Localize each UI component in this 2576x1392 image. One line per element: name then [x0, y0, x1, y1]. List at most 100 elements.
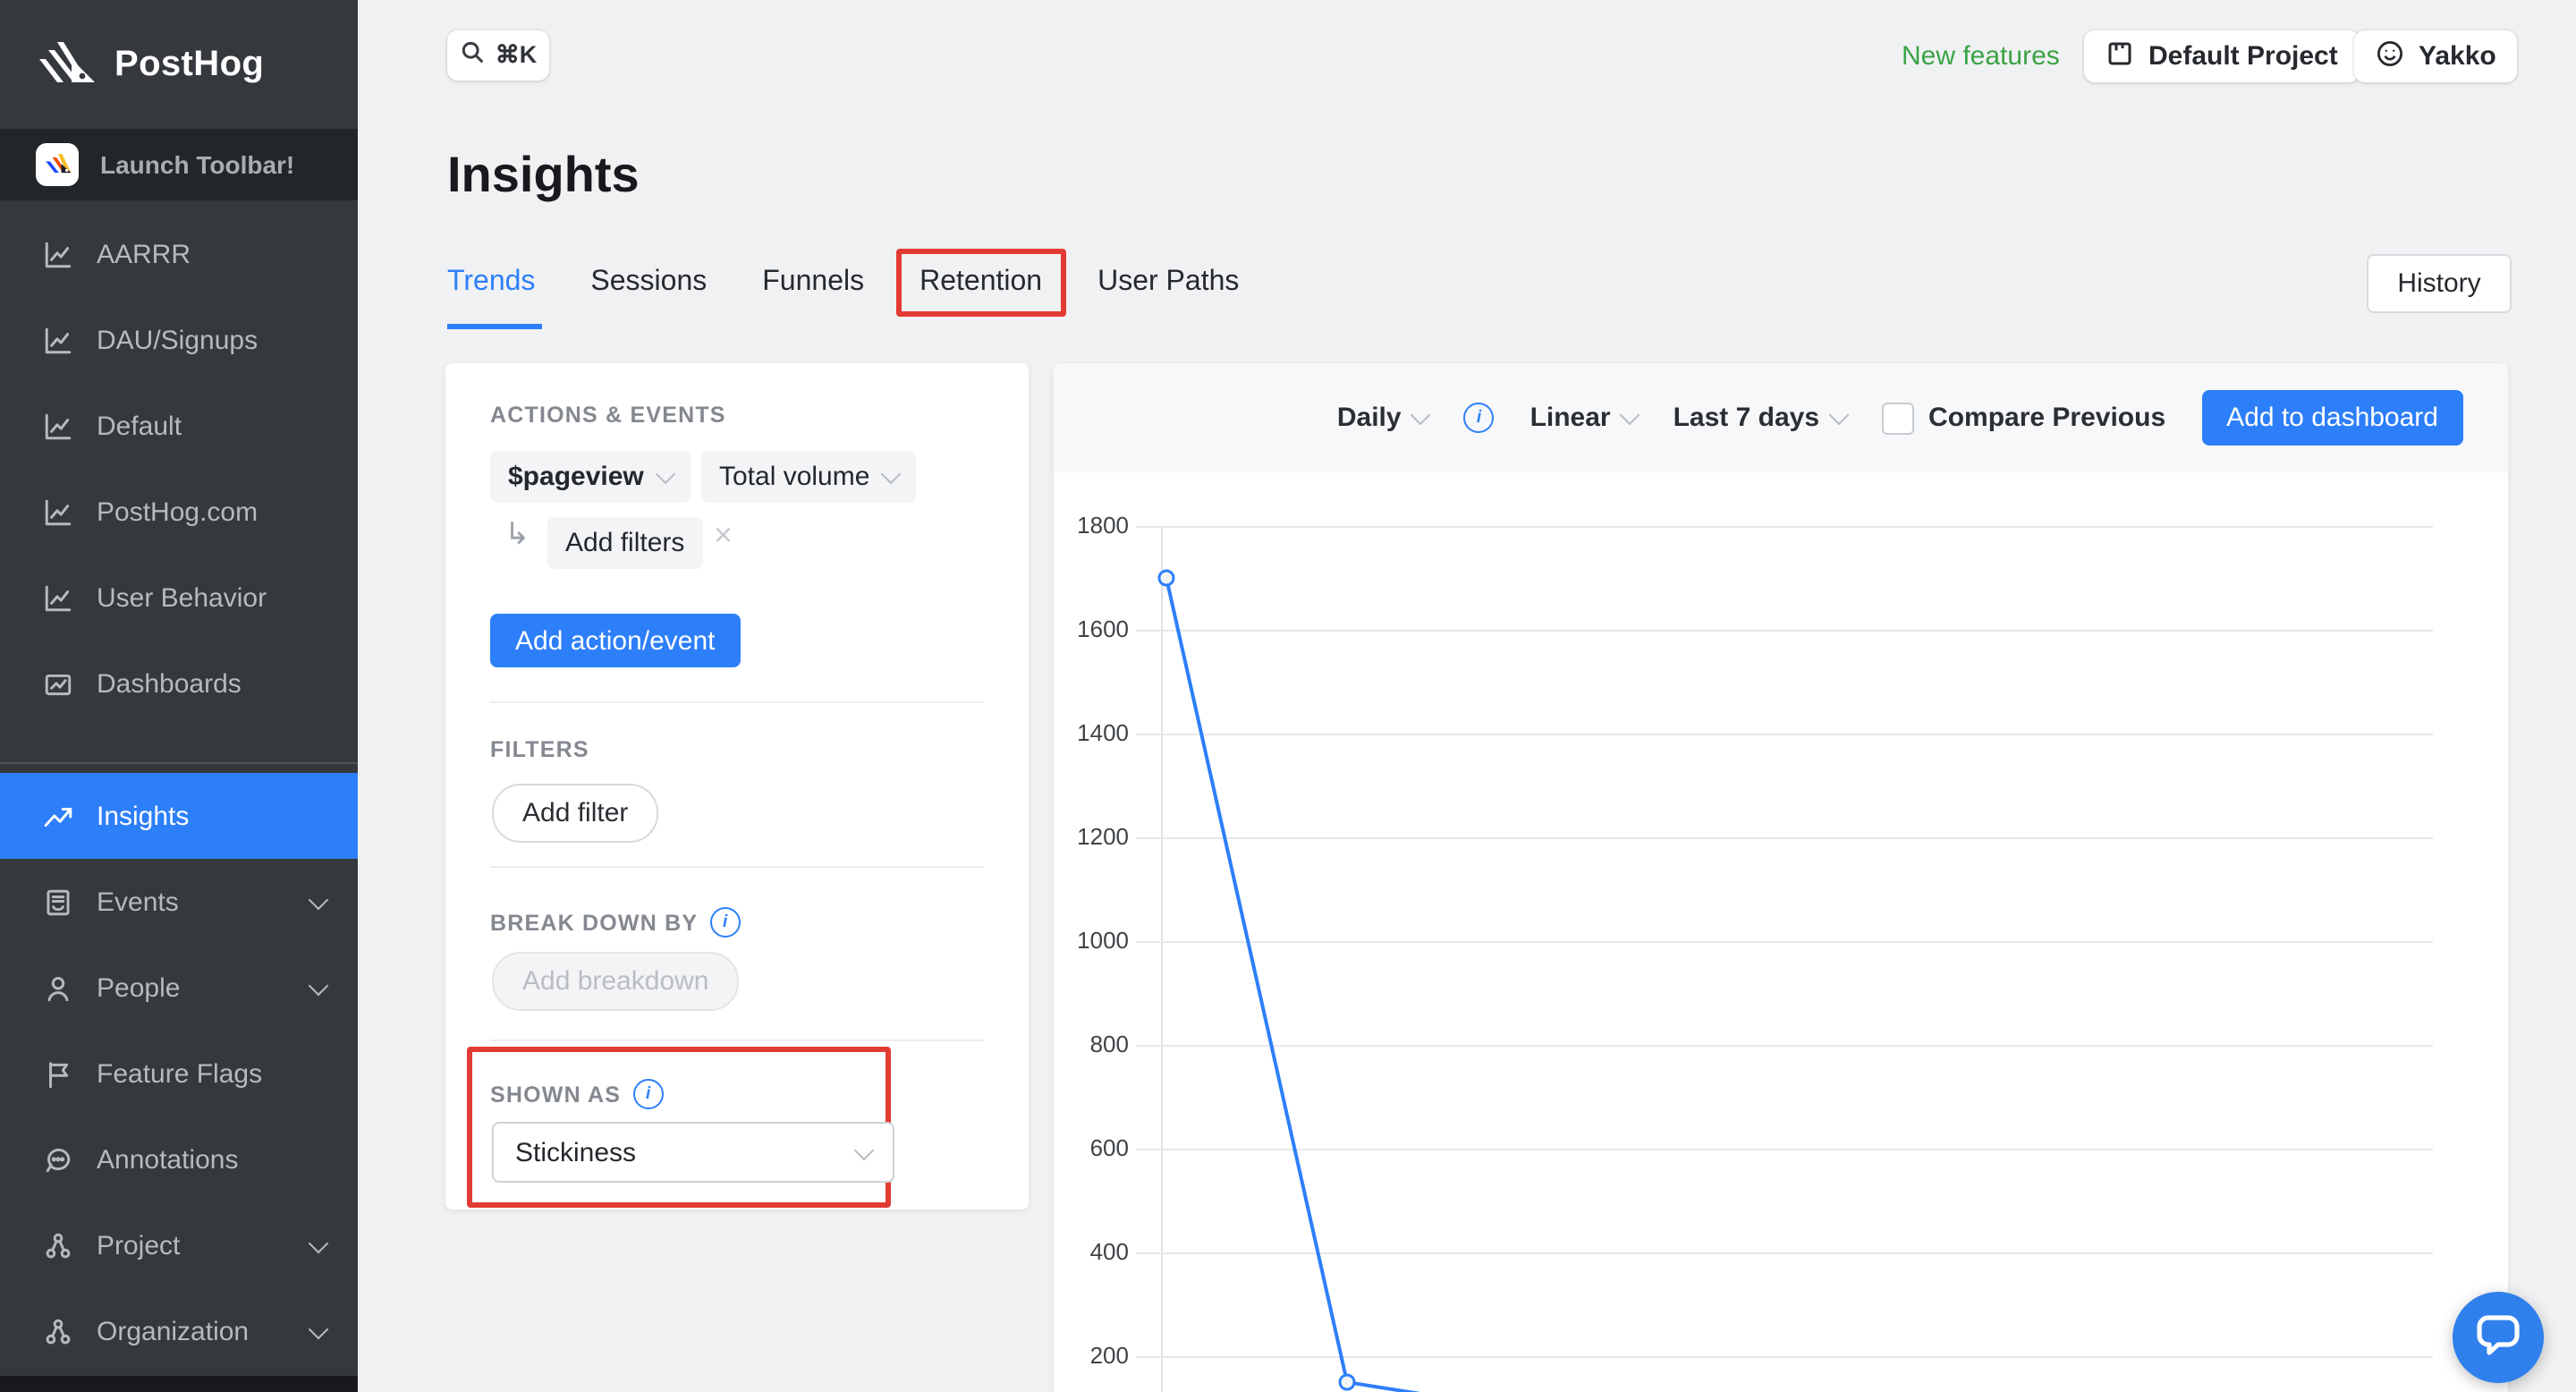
smiley-icon [2376, 38, 2404, 74]
network-icon [43, 1316, 73, 1346]
history-button[interactable]: History [2367, 254, 2512, 313]
active-tab-underline [447, 324, 542, 329]
info-icon[interactable]: i [710, 907, 741, 938]
insight-tabs: Trends Sessions Funnels Retention User P… [447, 249, 1239, 317]
toolbar-hedgehog-icon [36, 143, 79, 186]
sidebar-item-label: Feature Flags [97, 1058, 263, 1089]
interval-dropdown[interactable]: Daily [1336, 403, 1431, 433]
filters-label: FILTERS [490, 737, 589, 762]
posthog-app: PostHog Launch Toolbar! AARRR DAU/Signups… [0, 0, 2576, 1392]
line-chart-plot: 1800 1600 1400 1200 1000 800 600 400 200 [1054, 472, 2508, 1392]
dashboard-icon [43, 668, 73, 699]
sidebar-item-default[interactable]: Default [0, 383, 358, 469]
sidebar-item-feature-flags[interactable]: Feature Flags [0, 1031, 358, 1116]
annotation-icon [43, 1144, 73, 1175]
shown-as-select[interactable]: Stickiness [492, 1122, 894, 1183]
sidebar-item-insights[interactable]: Insights [0, 773, 358, 859]
math-selector[interactable]: Total volume [701, 451, 917, 503]
user-name: Yakko [2419, 41, 2496, 72]
chevron-down-icon [881, 463, 902, 485]
tab-funnels[interactable]: Funnels [762, 261, 864, 304]
sidebar-item-dau-signups[interactable]: DAU/Signups [0, 297, 358, 383]
info-icon[interactable]: i [633, 1079, 665, 1109]
display-dropdown[interactable]: Linear [1530, 403, 1640, 433]
logo-text: PostHog [114, 44, 265, 83]
sidebar-item-dashboards[interactable]: Dashboards [0, 641, 358, 726]
sidebar-item-label: DAU/Signups [97, 325, 258, 355]
new-features-link[interactable]: New features [1902, 41, 2060, 72]
sidebar-item-label: Insights [97, 801, 190, 831]
chart-line-icon [43, 497, 73, 527]
sidebar-item-label: Organization [97, 1316, 250, 1346]
compare-previous-label: Compare Previous [1928, 403, 2166, 433]
actions-events-label: ACTIONS & EVENTS [490, 403, 726, 428]
launch-toolbar-button[interactable]: Launch Toolbar! [0, 129, 358, 200]
add-breakdown-button[interactable]: Add breakdown [492, 952, 740, 1011]
shown-as-value: Stickiness [515, 1137, 637, 1167]
sidebar-item-label: Events [97, 887, 179, 917]
add-to-dashboard-button[interactable]: Add to dashboard [2201, 390, 2463, 446]
add-action-event-button[interactable]: Add action/event [490, 614, 741, 667]
add-filter-button[interactable]: Add filter [492, 784, 659, 843]
data-point-marker[interactable] [1157, 569, 1175, 587]
page-title: Insights [447, 147, 640, 202]
network-icon [43, 1230, 73, 1260]
tab-user-paths[interactable]: User Paths [1097, 261, 1239, 304]
tab-sessions[interactable]: Sessions [590, 261, 707, 304]
chevron-down-icon [1620, 404, 1640, 426]
breakdown-label-text: BREAK DOWN BY [490, 910, 699, 935]
project-icon [2106, 38, 2134, 74]
user-menu-button[interactable]: Yakko [2354, 30, 2518, 82]
sidebar-item-label: Default [97, 411, 182, 441]
sidebar-item-label: User Behavior [97, 582, 267, 613]
shown-as-label-text: SHOWN AS [490, 1082, 622, 1107]
divider [490, 701, 984, 703]
event-selector[interactable]: $pageview [490, 451, 691, 503]
sidebar-item-posthog-com[interactable]: PostHog.com [0, 469, 358, 555]
sidebar-menu: AARRR DAU/Signups Default PostHog.com User B… [0, 211, 358, 1374]
chevron-down-icon [853, 1139, 875, 1160]
interval-value: Daily [1336, 403, 1402, 433]
sidebar-item-project[interactable]: Project [0, 1202, 358, 1288]
project-switcher-button[interactable]: Default Project [2084, 30, 2360, 82]
chevron-down-icon [655, 463, 676, 485]
annotation-box-retention: Retention [896, 249, 1066, 317]
shown-as-label: SHOWN AS i [490, 1079, 665, 1109]
add-filters-button[interactable]: Add filters [547, 517, 703, 569]
sidebar-item-user-behavior[interactable]: User Behavior [0, 555, 358, 641]
search-input[interactable]: ⌘K [447, 30, 549, 81]
event-name: $pageview [508, 462, 644, 492]
add-filters-label: Add filters [565, 528, 685, 558]
info-icon[interactable]: i [1463, 403, 1495, 433]
chat-widget-button[interactable] [2453, 1292, 2544, 1383]
sidebar-item-label: PostHog.com [97, 497, 258, 527]
tab-retention[interactable]: Retention [919, 267, 1042, 297]
trend-up-icon [43, 801, 73, 831]
launch-toolbar-label: Launch Toolbar! [100, 150, 295, 179]
compare-previous-checkbox[interactable] [1882, 402, 1915, 434]
sidebar-item-annotations[interactable]: Annotations [0, 1116, 358, 1202]
posthog-logo[interactable]: PostHog [0, 0, 358, 129]
sidebar-item-label: Annotations [97, 1144, 239, 1175]
remove-event-icon[interactable]: × [714, 517, 733, 555]
chart-line-icon [43, 582, 73, 613]
data-point-marker[interactable] [1338, 1373, 1356, 1391]
insight-filters-panel: ACTIONS & EVENTS $pageview Total volume … [445, 363, 1029, 1210]
search-shortcut: ⌘K [495, 41, 538, 68]
divider [490, 1040, 984, 1041]
sidebar-item-label: AARRR [97, 239, 191, 269]
chart-toolbar: Daily i Linear Last 7 days Compare Previ… [1054, 363, 2508, 472]
chart-line-icon [43, 239, 73, 269]
sidebar: PostHog Launch Toolbar! AARRR DAU/Signups… [0, 0, 358, 1392]
sidebar-item-aarrr[interactable]: AARRR [0, 211, 358, 297]
sidebar-item-events[interactable]: Events [0, 859, 358, 945]
trend-line-svg [1157, 569, 1421, 1392]
chart-line-icon [43, 411, 73, 441]
trends-chart-card: Daily i Linear Last 7 days Compare Previ… [1054, 363, 2508, 1392]
sidebar-item-people[interactable]: People [0, 945, 358, 1031]
breakdown-label: BREAK DOWN BY i [490, 907, 741, 938]
sidebar-item-organization[interactable]: Organization [0, 1288, 358, 1374]
tab-trends[interactable]: Trends [447, 261, 535, 304]
date-range-dropdown[interactable]: Last 7 days [1674, 403, 1850, 433]
flag-icon [43, 1058, 73, 1089]
